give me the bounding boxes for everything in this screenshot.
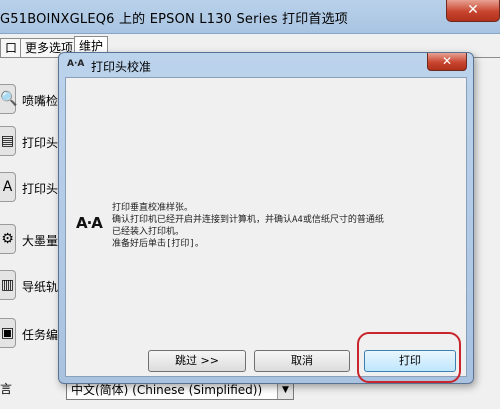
sidebar-item-job-arranger[interactable]: ▣ 任务编辑 xyxy=(0,314,70,354)
cancel-button[interactable]: 取消 xyxy=(254,350,350,372)
skip-button[interactable]: 跳过 >> xyxy=(148,350,246,372)
sidebar-item-head-cleaning[interactable]: ▤ 打印头清 xyxy=(0,122,70,162)
sidebar-item-head-alignment[interactable]: A 打印头校 xyxy=(0,168,70,208)
main-close-button[interactable]: ✕ xyxy=(446,0,500,22)
dialog-title: 打印头校准 xyxy=(91,60,152,74)
message-line: 已经装入打印机。 xyxy=(112,227,185,237)
tab-main-partial[interactable]: 口 xyxy=(0,38,23,57)
language-label: 言 xyxy=(0,382,13,396)
highlight-circle xyxy=(357,332,461,383)
dialog-close-button[interactable]: ✕ xyxy=(427,53,467,71)
printhead-align-icon: A xyxy=(0,172,16,202)
message-line: 确认打印机已经开启并连接到计算机，并确认A4或信纸尺寸的普通纸 xyxy=(112,215,384,225)
sidebar-item-paper-guide-cleaning[interactable]: ▥ 导纸轨清 xyxy=(0,266,70,306)
job-arranger-icon: ▣ xyxy=(0,318,16,348)
dialog-message: 打印垂直校准样张。 确认打印机已经开启并连接到计算机，并确认A4或信纸尺寸的普通… xyxy=(112,202,452,250)
ink-flush-icon: ⚙ xyxy=(0,224,16,254)
printhead-clean-icon: ▤ xyxy=(0,126,16,156)
dialog-title-icon: A·A xyxy=(67,59,85,69)
magnifier-icon: 🔍 xyxy=(0,84,17,114)
paper-guide-icon: ▥ xyxy=(0,270,16,300)
main-title-bar: G51BOINXGLEQ6 上的 EPSON L130 Series 打印首选项… xyxy=(0,0,500,34)
sidebar-item-nozzle-check[interactable]: 🔍 喷嘴检查 xyxy=(0,80,70,120)
main-window-title: G51BOINXGLEQ6 上的 EPSON L130 Series 打印首选项 xyxy=(0,12,348,27)
message-line: 打印垂直校准样张。 xyxy=(112,203,194,213)
alignment-icon: A·A xyxy=(76,214,103,232)
language-selected-value: 中文(简体) (Chinese (Simplified)) xyxy=(71,383,263,397)
message-line: 准备好后单击[打印]。 xyxy=(112,239,204,249)
sidebar-item-power-cleaning[interactable]: ⚙ 大墨量清 xyxy=(0,220,70,260)
